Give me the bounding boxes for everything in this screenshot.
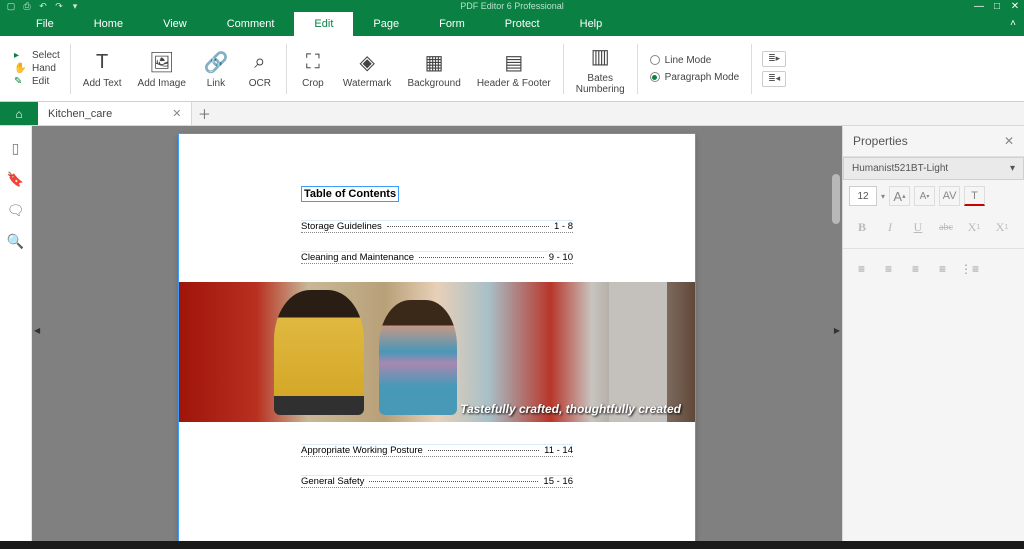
comments-icon[interactable]: 🗨: [7, 202, 25, 219]
strike-button[interactable]: abc: [933, 216, 959, 238]
properties-panel: Properties ✕ Humanist521BT-Light▾ 12 ▾ A…: [842, 126, 1024, 541]
toc-row[interactable]: Storage Guidelines1 - 8: [301, 220, 573, 233]
btn-add-text[interactable]: TAdd Text: [75, 36, 130, 101]
doc-tab-label: Kitchen_care: [48, 108, 112, 120]
image-caption: Tastefully crafted, thoughtfully created: [460, 402, 681, 416]
btn-watermark[interactable]: ◈Watermark: [335, 36, 400, 101]
tool-select[interactable]: ▸Select: [14, 50, 60, 61]
collapse-ribbon-icon[interactable]: ˄: [1010, 18, 1016, 29]
menu-view[interactable]: View: [143, 12, 207, 36]
font-size-input[interactable]: 12: [849, 186, 877, 206]
next-page-arrow[interactable]: ▶: [834, 326, 840, 335]
align-center-button[interactable]: ≡: [876, 259, 901, 279]
search-icon[interactable]: 🔍: [7, 233, 24, 250]
btn-header-footer[interactable]: ▤Header & Footer: [469, 36, 559, 101]
align-right-button[interactable]: ≡: [903, 259, 928, 279]
maximize-button[interactable]: □: [988, 0, 1006, 12]
home-tab-button[interactable]: ⌂: [0, 102, 38, 125]
chevron-down-icon: ▾: [1010, 163, 1015, 174]
link-icon: 🔗: [202, 48, 230, 76]
properties-title: Properties: [853, 134, 908, 148]
increase-font-button[interactable]: A▴: [889, 186, 910, 206]
document-image[interactable]: Tastefully crafted, thoughtfully created: [179, 282, 695, 422]
save-icon[interactable]: ▢: [4, 1, 18, 11]
btn-add-image[interactable]: 🖼Add Image: [130, 36, 194, 101]
font-color-button[interactable]: T: [964, 186, 985, 206]
char-spacing-button[interactable]: AV: [939, 186, 960, 206]
app-title: PDF Editor 6 Professional: [460, 1, 564, 11]
list-button[interactable]: ⋮≡: [957, 259, 982, 279]
superscript-button[interactable]: X1: [961, 216, 987, 238]
menu-form[interactable]: Form: [419, 12, 485, 36]
text-icon: T: [88, 48, 116, 76]
btn-bates[interactable]: ▥Bates Numbering: [568, 36, 633, 101]
left-rail: ▯ 🔖 🗨 🔍: [0, 126, 32, 541]
prev-page-arrow[interactable]: ◀: [34, 326, 40, 335]
image-icon: 🖼: [148, 48, 176, 76]
document-tabs: ⌂ Kitchen_care ✕ ＋: [0, 102, 1024, 126]
menu-protect[interactable]: Protect: [485, 12, 560, 36]
quick-access-toolbar: ▢ ⎙ ↶ ↷ ▾: [4, 1, 82, 11]
redo-icon[interactable]: ↷: [52, 1, 66, 11]
bookmarks-icon[interactable]: 🔖: [7, 171, 24, 188]
menu-comment[interactable]: Comment: [207, 12, 295, 36]
tool-edit[interactable]: ✎Edit: [14, 76, 60, 87]
qat-dropdown-icon[interactable]: ▾: [68, 1, 82, 11]
print-icon[interactable]: ⎙: [20, 1, 34, 11]
tool-hand[interactable]: ✋Hand: [14, 63, 60, 74]
new-tab-button[interactable]: ＋: [192, 102, 216, 125]
btn-background[interactable]: ▦Background: [399, 36, 468, 101]
canvas[interactable]: ◀ ▶ Table of Contents Storage Guidelines…: [32, 126, 842, 541]
toc-title[interactable]: Table of Contents: [301, 186, 399, 202]
close-tab-icon[interactable]: ✕: [172, 107, 181, 120]
doc-tab[interactable]: Kitchen_care ✕: [38, 102, 192, 125]
page-selected[interactable]: Table of Contents Storage Guidelines1 - …: [179, 134, 695, 541]
font-select[interactable]: Humanist521BT-Light▾: [843, 157, 1024, 180]
menu-page[interactable]: Page: [353, 12, 419, 36]
menu-file[interactable]: File: [16, 12, 74, 36]
toc-row[interactable]: Appropriate Working Posture11 - 14: [301, 444, 573, 457]
radio-icon: [650, 55, 660, 65]
crop-icon: ⛶: [299, 48, 327, 76]
close-button[interactable]: ✕: [1006, 0, 1024, 12]
italic-button[interactable]: I: [877, 216, 903, 238]
menu-edit[interactable]: Edit: [294, 12, 353, 36]
header-footer-icon: ▤: [500, 48, 528, 76]
btn-ocr[interactable]: ⌕OCR: [238, 36, 282, 101]
menu-help[interactable]: Help: [560, 12, 623, 36]
pencil-icon: ✎: [14, 76, 28, 87]
background-icon: ▦: [420, 48, 448, 76]
bates-icon: ▥: [586, 43, 614, 71]
close-panel-icon[interactable]: ✕: [1004, 134, 1014, 148]
underline-button[interactable]: U: [905, 216, 931, 238]
align-justify-button[interactable]: ≡: [930, 259, 955, 279]
cursor-icon: ▸: [14, 50, 28, 61]
mode-line[interactable]: Line Mode: [650, 55, 740, 66]
status-bar: [0, 541, 1024, 549]
toc-row[interactable]: Cleaning and Maintenance9 - 10: [301, 251, 573, 264]
indent-left-button[interactable]: ≣▸: [762, 51, 786, 67]
btn-crop[interactable]: ⛶Crop: [291, 36, 335, 101]
toc-row[interactable]: General Safety15 - 16: [301, 475, 573, 488]
btn-link[interactable]: 🔗Link: [194, 36, 238, 101]
subscript-button[interactable]: X1: [989, 216, 1015, 238]
menu-home[interactable]: Home: [74, 12, 143, 36]
radio-icon: [650, 72, 660, 82]
menu-bar: File Home View Comment Edit Page Form Pr…: [0, 12, 1024, 36]
hand-icon: ✋: [14, 63, 28, 74]
scrollbar-thumb[interactable]: [832, 174, 840, 224]
watermark-icon: ◈: [353, 48, 381, 76]
align-left-button[interactable]: ≡: [849, 259, 874, 279]
minimize-button[interactable]: —: [970, 0, 988, 12]
decrease-font-button[interactable]: A▾: [914, 186, 935, 206]
indent-right-button[interactable]: ≣◂: [762, 71, 786, 87]
mode-paragraph[interactable]: Paragraph Mode: [650, 72, 740, 83]
ribbon: ▸Select ✋Hand ✎Edit TAdd Text 🖼Add Image…: [0, 36, 1024, 102]
title-bar: ▢ ⎙ ↶ ↷ ▾ PDF Editor 6 Professional — □ …: [0, 0, 1024, 12]
bold-button[interactable]: B: [849, 216, 875, 238]
size-dropdown-icon[interactable]: ▾: [881, 192, 885, 201]
ocr-icon: ⌕: [246, 48, 274, 76]
thumbnails-icon[interactable]: ▯: [12, 140, 20, 157]
undo-icon[interactable]: ↶: [36, 1, 50, 11]
